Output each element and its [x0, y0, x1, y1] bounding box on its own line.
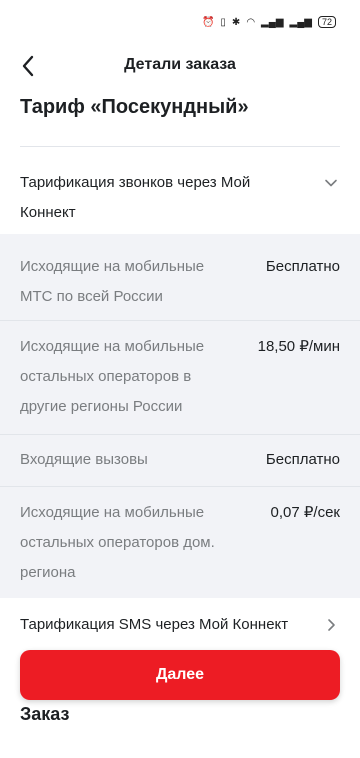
divider: [0, 486, 360, 487]
row-description: Входящие вызовы: [20, 451, 148, 468]
divider: [0, 320, 360, 321]
signal-icon-2: ▂▄▆: [289, 16, 312, 28]
row-description: Исходящие на мобильные МТС по всей Росси…: [20, 258, 205, 305]
chevron-right-icon: [328, 619, 335, 631]
row-price: Бесплатно: [265, 258, 340, 275]
row-price: Бесплатно: [265, 451, 340, 468]
vibrate-icon: ▯: [220, 16, 226, 28]
next-button[interactable]: Далее: [20, 650, 340, 700]
row-price: 18,50 ₽/мин: [257, 338, 340, 355]
tariff-title: Тариф «Посекундный»: [20, 96, 249, 118]
signal-icon: ▂▄▆: [261, 16, 284, 28]
calls-billing-toggle[interactable]: Тарификация звонков через Мой Коннект: [0, 162, 360, 234]
battery-indicator: 72: [317, 16, 336, 28]
sms-billing-toggle[interactable]: Тарификация SMS через Мой Коннект: [0, 598, 360, 656]
wifi-icon: ◠: [246, 16, 256, 28]
header: Детали заказа: [0, 44, 360, 88]
sms-billing-title: Тарификация SMS через Мой Коннект: [20, 616, 289, 633]
row-description: Исходящие на мобильные остальных операто…: [20, 504, 215, 581]
page-title: Детали заказа: [124, 56, 236, 73]
row-price: 0,07 ₽/сек: [270, 504, 340, 521]
divider: [20, 146, 340, 147]
order-title: Заказ: [20, 704, 70, 724]
status-bar: ⏰ ▯ ✱ ◠ ▂▄▆ ▂▄▆ 72: [0, 0, 360, 44]
divider: [0, 434, 360, 435]
row-description: Исходящие на мобильные остальных операто…: [20, 338, 205, 415]
calls-billing-title: Тарификация звонков через Мой Коннект: [20, 174, 251, 221]
chevron-down-icon: [325, 179, 337, 187]
alarm-icon: ⏰: [201, 16, 215, 28]
bluetooth-icon: ✱: [231, 16, 241, 28]
status-icons: ⏰ ▯ ✱ ◠ ▂▄▆ ▂▄▆ 72: [202, 16, 336, 28]
calls-details: Исходящие на мобильные МТС по всей Росси…: [0, 234, 360, 598]
